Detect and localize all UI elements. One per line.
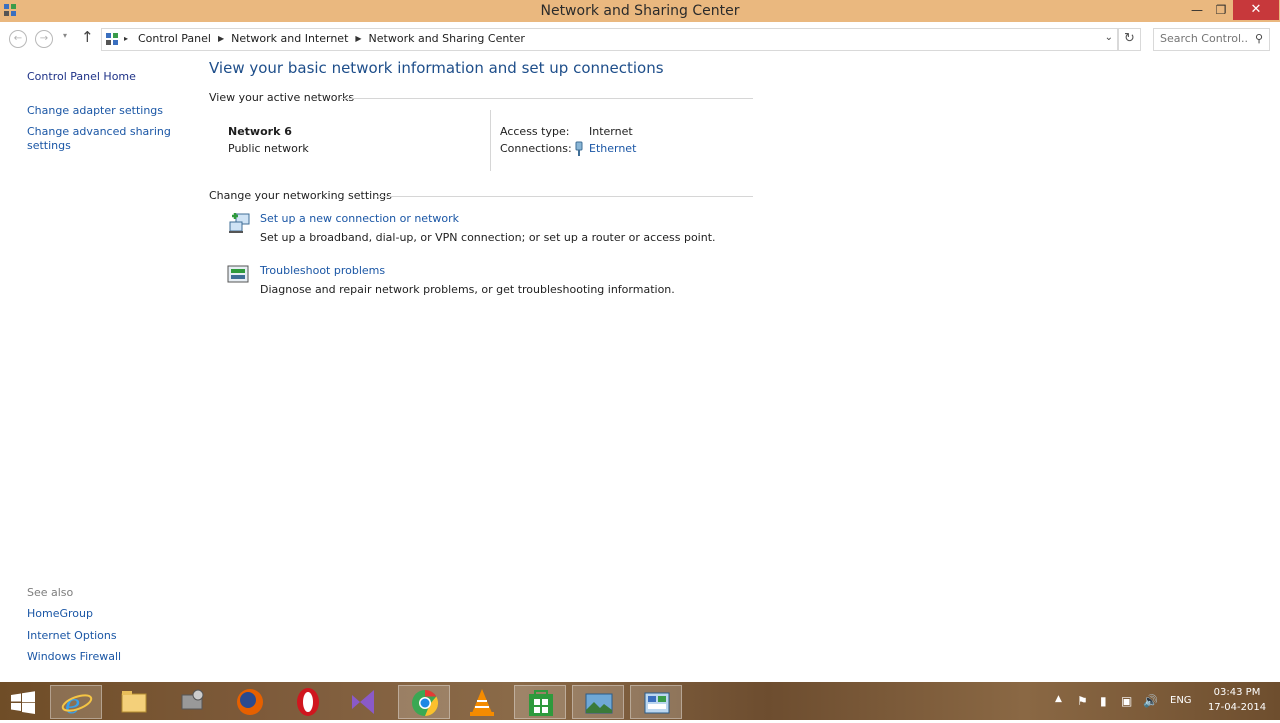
action-center-flag-icon[interactable]: ⚑ [1077, 694, 1088, 708]
networking-settings-section-header: Change your networking settings [209, 189, 753, 202]
refresh-button[interactable]: ↻ [1118, 28, 1141, 51]
store-icon[interactable] [514, 685, 566, 719]
breadcrumb-chevron-icon[interactable]: ▶ [355, 34, 361, 43]
breadcrumb-network-and-sharing-center[interactable]: Network and Sharing Center [369, 32, 525, 45]
taskbar: e ▲ ⚑ ▮ ▣ 🔊 ENG 03:43 PM 17-04-2014 [0, 682, 1280, 720]
control-panel-taskbar-icon[interactable] [630, 685, 682, 719]
active-networks-section-header: View your active networks [209, 91, 753, 104]
restore-button[interactable]: ❐ [1210, 0, 1232, 20]
title-bar: Network and Sharing Center — ❐ ✕ [0, 0, 1280, 22]
start-button[interactable] [0, 685, 46, 719]
search-icon[interactable]: ⚲ [1255, 32, 1263, 45]
ethernet-connection-link[interactable]: Ethernet [589, 142, 636, 155]
change-advanced-sharing-settings-link[interactable]: Change advanced sharing settings [27, 125, 177, 153]
page-title: View your basic network information and … [209, 59, 664, 77]
troubleshoot-icon [227, 264, 251, 289]
breadcrumb-chevron-icon[interactable]: ▶ [218, 34, 224, 43]
clock-time: 03:43 PM [1213, 687, 1261, 698]
power-icon[interactable]: ▮ [1100, 694, 1107, 708]
breadcrumb-control-panel[interactable]: Control Panel [138, 32, 211, 45]
vlc-icon[interactable] [456, 685, 508, 719]
network-name: Network 6 [228, 125, 292, 138]
divider [377, 196, 753, 197]
network-tray-icon[interactable]: ▣ [1121, 694, 1132, 708]
access-type-label: Access type: [500, 125, 570, 138]
change-adapter-settings-link[interactable]: Change adapter settings [27, 104, 163, 118]
clock[interactable]: 03:43 PM 17-04-2014 [1207, 685, 1267, 715]
forward-button[interactable]: → [35, 30, 53, 48]
volume-icon[interactable]: 🔊 [1143, 694, 1158, 708]
navigation-bar: ← → ▾ ↑ ▸ Control Panel ▶ Network and Inte… [0, 22, 1280, 56]
close-button[interactable]: ✕ [1233, 0, 1279, 20]
control-panel-home-link[interactable]: Control Panel Home [27, 70, 136, 84]
svg-text:e: e [65, 690, 80, 720]
language-indicator[interactable]: ENG [1170, 695, 1192, 706]
clock-date: 17-04-2014 [1207, 702, 1267, 713]
connections-label: Connections: [500, 142, 572, 155]
breadcrumb-network-and-internet[interactable]: Network and Internet [231, 32, 348, 45]
back-button[interactable]: ← [9, 30, 27, 48]
show-hidden-icons-chevron-icon[interactable]: ▲ [1055, 694, 1062, 704]
internet-options-link[interactable]: Internet Options [27, 629, 117, 643]
troubleshoot-problems-description: Diagnose and repair network problems, or… [260, 283, 675, 296]
up-button[interactable]: ↑ [81, 28, 94, 46]
troubleshoot-problems-link[interactable]: Troubleshoot problems [260, 264, 385, 277]
network-app-icon[interactable] [166, 685, 218, 719]
windows-firewall-link[interactable]: Windows Firewall [27, 650, 121, 664]
network-divider [490, 110, 491, 171]
minimize-button[interactable]: — [1186, 0, 1208, 20]
setup-new-connection-description: Set up a broadband, dial-up, or VPN conn… [260, 231, 716, 244]
access-type-value: Internet [589, 125, 633, 138]
search-input[interactable] [1160, 29, 1248, 48]
breadcrumb-root-chevron-icon[interactable]: ▸ [124, 34, 128, 43]
search-box[interactable]: ⚲ [1153, 28, 1270, 51]
visual-studio-icon[interactable] [340, 685, 392, 719]
internet-explorer-icon[interactable]: e [50, 685, 102, 720]
networking-settings-title: Change your networking settings [209, 189, 392, 202]
recent-locations-chevron-icon[interactable]: ▾ [63, 31, 67, 40]
window-title: Network and Sharing Center [540, 3, 740, 19]
file-explorer-icon[interactable] [108, 685, 160, 719]
address-bar[interactable]: ▸ Control Panel ▶ Network and Internet ▶ Net… [101, 28, 1118, 51]
photos-icon[interactable] [572, 685, 624, 719]
address-dropdown-chevron-icon[interactable]: ⌄ [1105, 32, 1113, 43]
homegroup-link[interactable]: HomeGroup [27, 607, 93, 621]
opera-icon[interactable] [282, 685, 334, 719]
setup-new-connection-link[interactable]: Set up a new connection or network [260, 212, 459, 225]
chrome-icon[interactable] [398, 685, 450, 719]
breadcrumb: Control Panel ▶ Network and Internet ▶ Netwo… [138, 32, 525, 45]
divider [341, 98, 753, 99]
see-also-heading: See also [27, 586, 74, 599]
control-panel-icon [105, 32, 119, 49]
new-connection-icon [227, 211, 251, 238]
firefox-icon[interactable] [224, 685, 276, 719]
active-networks-title: View your active networks [209, 91, 355, 104]
ethernet-icon [574, 141, 584, 160]
network-category[interactable]: Public network [228, 142, 309, 155]
